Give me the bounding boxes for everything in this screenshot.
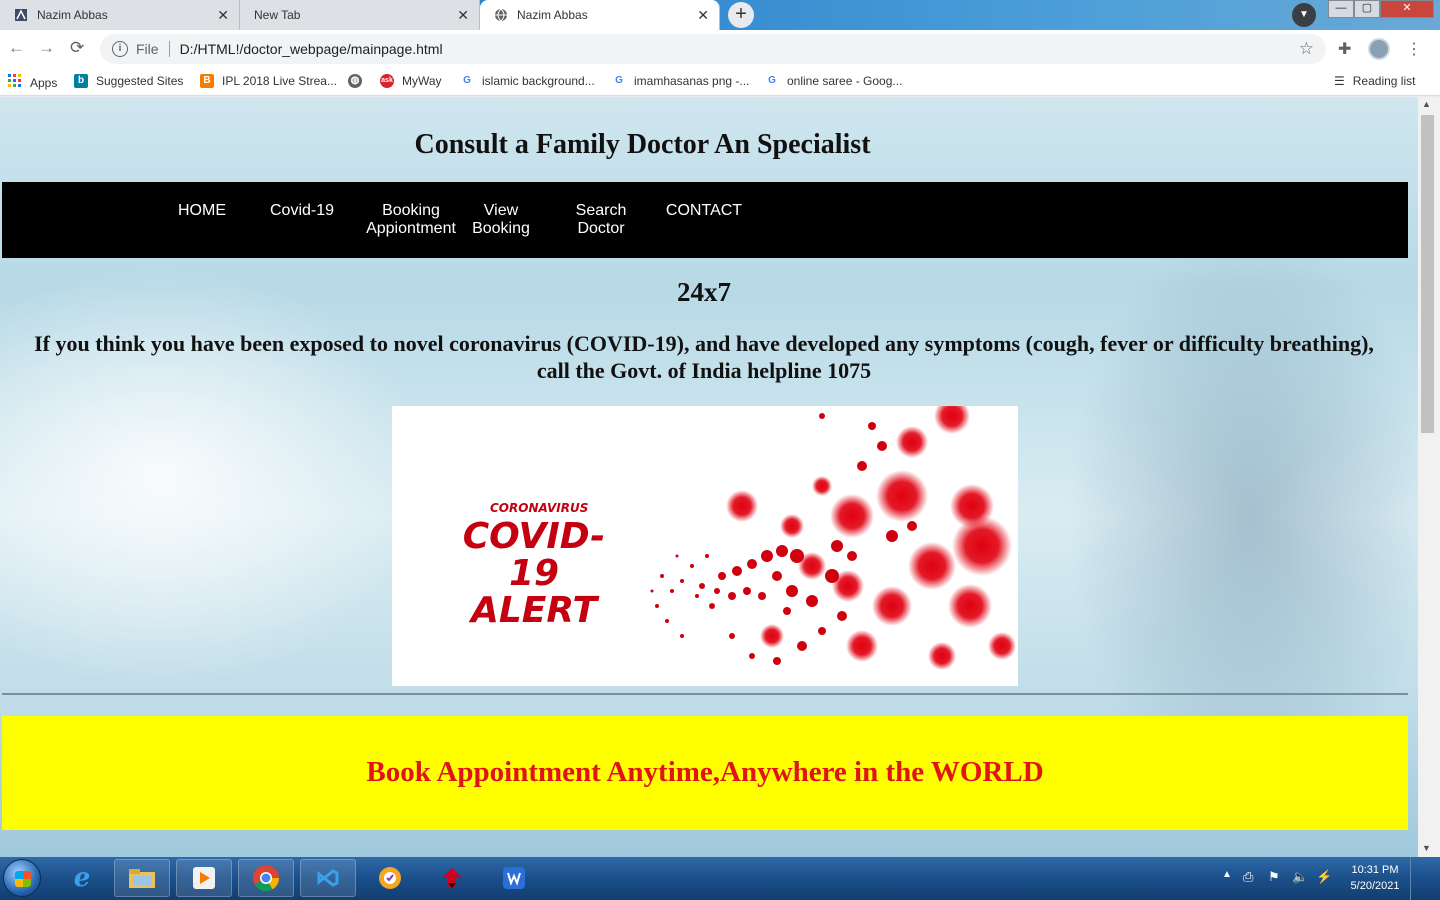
tab-search-icon[interactable]: ▼ (1292, 3, 1316, 27)
page-title: Consult a Family Doctor An Specialist (414, 129, 871, 160)
availability-heading: 24x7 (677, 277, 731, 307)
show-desktop-button[interactable] (1410, 857, 1440, 900)
reload-icon[interactable]: ⟳ (70, 38, 84, 58)
bookmark-label: Apps (30, 75, 58, 90)
bookmark-label: IPL 2018 Live Strea... (222, 74, 337, 88)
tab-title: Nazim Abbas (517, 8, 588, 22)
ask-icon: ask (380, 74, 394, 88)
clock-date: 5/20/2021 (1350, 880, 1400, 892)
profile-avatar[interactable] (1368, 38, 1390, 60)
slogan-text: Book Appointment Anytime,Anywhere in the… (366, 756, 1044, 788)
close-tab-icon[interactable]: ✕ (457, 7, 469, 24)
alert-subtitle: CORONAVIRUS (490, 501, 589, 515)
alert-headline: COVID-19 ALERT (462, 516, 606, 631)
blogger-icon: B (200, 74, 214, 88)
bookmark-online-saree[interactable]: G online saree - Goog... (765, 74, 902, 88)
reading-list-button[interactable]: ☰ Reading list (1334, 74, 1415, 88)
show-hidden-icons-arrow[interactable]: ▲ (1222, 869, 1232, 880)
media-player-icon[interactable] (176, 859, 232, 897)
action-center-flag-icon[interactable]: ⚑ (1268, 869, 1280, 885)
bookmark-star-icon[interactable]: ☆ (1299, 39, 1314, 59)
brave-browser-icon[interactable] (362, 859, 418, 897)
globe-icon (494, 8, 508, 22)
power-status-icon[interactable]: ⚡ (1316, 869, 1332, 885)
nav-contact[interactable]: CONTACT (654, 202, 754, 220)
start-button[interactable] (3, 859, 41, 897)
bookmark-label: Suggested Sites (96, 74, 184, 88)
site-favicon-icon (14, 8, 28, 22)
apps-grid-icon (8, 74, 22, 91)
page-viewport: Consult a Family Doctor An Specialist HO… (0, 97, 1418, 857)
bookmark-label: online saree - Goog... (787, 74, 903, 88)
volume-speaker-icon[interactable]: 🔈 (1292, 869, 1308, 885)
google-icon: G (615, 75, 623, 86)
bookmarks-bar: Apps b Suggested Sites B IPL 2018 Live S… (0, 68, 1440, 96)
internet-explorer-icon[interactable]: e (54, 859, 110, 897)
horizontal-rule (2, 693, 1408, 695)
system-clock[interactable]: 10:31 PM 5/20/2021 (1344, 862, 1406, 894)
close-tab-icon[interactable]: ✕ (217, 7, 229, 24)
tab-title: Nazim Abbas (37, 8, 108, 22)
bookmark-globe[interactable]: ◍ (348, 74, 370, 88)
bing-icon: b (74, 74, 88, 88)
vscode-icon[interactable] (300, 859, 356, 897)
nav-view-booking[interactable]: View Booking (462, 202, 540, 238)
covid-alert-image: CORONAVIRUS COVID-19 ALERT (392, 406, 1018, 686)
new-tab-button[interactable]: + (728, 2, 754, 28)
bookmark-apps[interactable]: Apps (8, 74, 57, 91)
bookmark-label: MyWay (402, 74, 442, 88)
bookmark-suggested-sites[interactable]: b Suggested Sites (74, 74, 183, 88)
address-bar[interactable]: i File D:/HTML!/doctor_webpage/mainpage.… (100, 34, 1326, 64)
url-text[interactable]: D:/HTML!/doctor_webpage/mainpage.html (180, 41, 443, 57)
network-device-icon[interactable]: ⎙ (1243, 869, 1253, 885)
page-scrollbar[interactable]: ▲ ▼ (1418, 97, 1440, 857)
bookmark-imamhasanas[interactable]: G imamhasanas png -... (612, 74, 749, 88)
file-explorer-icon[interactable] (114, 859, 170, 897)
bookmark-ipl[interactable]: B IPL 2018 Live Strea... (200, 74, 337, 88)
tab-3-active[interactable]: Nazim Abbas ✕ (480, 0, 720, 30)
bookmark-islamic[interactable]: G islamic background... (460, 74, 595, 88)
nav-home[interactable]: HOME (152, 202, 252, 220)
bookmark-label: imamhasanas png -... (634, 74, 750, 88)
extensions-puzzle-icon[interactable]: ✚ (1338, 39, 1351, 59)
browser-toolbar: ← → ⟳ i File D:/HTML!/doctor_webpage/mai… (0, 30, 1440, 68)
nav-covid-19[interactable]: Covid-19 (252, 202, 352, 220)
scroll-up-arrow-icon[interactable]: ▲ (1422, 99, 1431, 109)
slogan-banner: Book Appointment Anytime,Anywhere in the… (2, 716, 1408, 830)
bookmark-myway[interactable]: ask MyWay (380, 74, 442, 88)
back-arrow-icon[interactable]: ← (8, 38, 25, 58)
tab-title: New Tab (254, 8, 301, 22)
divider (168, 41, 170, 57)
google-icon: G (463, 75, 471, 86)
close-window-button[interactable]: ✕ (1380, 0, 1434, 18)
windows-taskbar: e ▲ ⎙ ⚑ 🔈 ⚡ 10:31 PM 5/20/2021 (0, 857, 1440, 900)
forward-arrow-icon[interactable]: → (38, 38, 55, 58)
tab-strip: Nazim Abbas ✕ New Tab ✕ Nazim Abbas ✕ + … (0, 0, 1440, 30)
maximize-button[interactable]: ▢ (1354, 0, 1380, 18)
google-icon: G (768, 75, 776, 86)
close-tab-icon[interactable]: ✕ (697, 7, 709, 24)
scheme-label: File (136, 41, 159, 57)
chrome-icon[interactable] (238, 859, 294, 897)
bookmark-label: islamic background... (482, 74, 595, 88)
tab-1[interactable]: Nazim Abbas ✕ (0, 0, 240, 30)
menu-kebab-icon[interactable]: ⋮ (1406, 39, 1422, 59)
reading-list-icon: ☰ (1334, 74, 1345, 88)
clock-time: 10:31 PM (1351, 864, 1399, 876)
nav-booking-appointment[interactable]: Booking Appiontment (352, 202, 470, 238)
download-manager-icon[interactable] (424, 859, 480, 897)
covid-notice: If you think you have been exposed to no… (34, 331, 1374, 383)
main-nav: HOME Covid-19 Booking Appiontment View B… (2, 182, 1408, 258)
scrollbar-thumb[interactable] (1421, 115, 1434, 433)
nav-search-doctor[interactable]: Search Doctor (562, 202, 640, 238)
windows-logo-icon (15, 871, 31, 887)
reading-list-label: Reading list (1352, 74, 1416, 88)
wps-writer-icon[interactable] (486, 859, 542, 897)
info-icon[interactable]: i (112, 41, 128, 57)
scroll-down-arrow-icon[interactable]: ▼ (1422, 843, 1431, 853)
minimize-button[interactable]: — (1328, 0, 1354, 18)
globe-icon: ◍ (348, 74, 362, 88)
tab-2[interactable]: New Tab ✕ (240, 0, 480, 30)
